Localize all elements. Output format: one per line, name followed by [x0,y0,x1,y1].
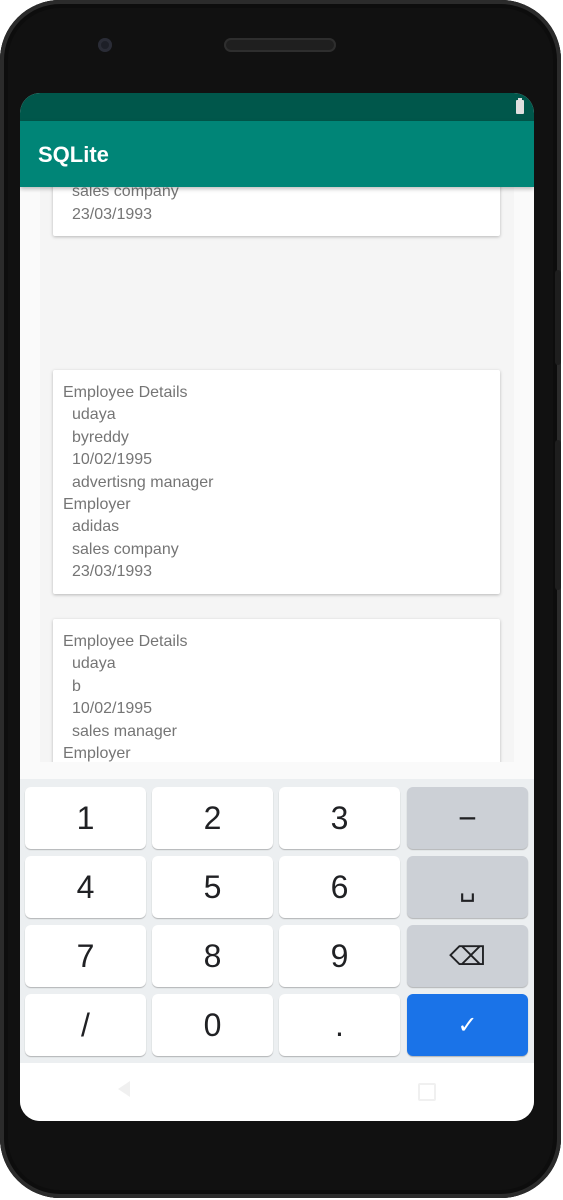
card-value: 23/03/1993 [72,563,153,581]
key-2[interactable]: 2 [152,787,273,849]
phone-frame: SQLite adidassales company23/03/1993Empl… [0,0,561,1198]
check-icon: ✓ [457,1011,478,1039]
navigation-bar [20,1063,534,1121]
volume-button [555,440,561,590]
key-0-label: 0 [203,1006,222,1043]
key-1[interactable]: 1 [25,787,146,849]
key-4-label: 4 [76,868,95,905]
key-5[interactable]: 5 [152,856,273,918]
card-value: sales company [72,187,179,201]
status-bar [20,93,534,121]
key-9-label: 9 [330,937,349,974]
key-6-label: 6 [330,868,349,905]
employee-card[interactable]: Employee Details udaya b 10/02/1995 sales ma… [53,619,500,762]
device-screen: SQLite adidassales company23/03/1993Empl… [20,93,534,1121]
backspace-icon: ⌫ [449,940,486,971]
key-7-label: 7 [76,937,95,974]
key-4[interactable]: 4 [25,856,146,918]
card-value: 23/03/1993 [72,205,153,223]
key-slash[interactable]: / [25,994,146,1056]
recents-icon[interactable] [418,1083,436,1101]
app-bar: SQLite [20,121,534,187]
card-value: udaya [72,406,116,424]
card-value: udaya [72,655,116,673]
card-section-label: Employer [63,496,131,513]
employee-list[interactable]: adidassales company23/03/1993Employee De… [40,187,514,762]
card-section-label: Employer [63,745,131,762]
card-section-label: Employee Details [63,384,188,401]
key-space[interactable]: ␣ [407,856,528,918]
key-done[interactable]: ✓ [407,994,528,1056]
numeric-keyboard: 1 2 3 − 4 5 6 ␣ 7 8 9 ⌫ / 0. ✓ [20,779,534,1063]
card-value: 10/02/1995 [72,451,153,469]
key-backspace[interactable]: ⌫ [407,925,528,987]
card-value: sales manager [72,722,177,740]
card-value: advertisng manager [72,473,214,491]
app-title: SQLite [38,142,109,167]
key-2-label: 2 [203,799,222,836]
battery-icon [516,98,524,114]
back-icon[interactable] [118,1081,130,1097]
employee-card[interactable]: Employee Details udaya byreddy 10/02/1995 ad… [53,370,500,594]
card-value: byreddy [72,428,129,446]
card-value: b [72,677,81,695]
key-slash-label: / [81,1006,90,1043]
key-minus[interactable]: − [407,787,528,849]
key-6[interactable]: 6 [279,856,400,918]
key-7[interactable]: 7 [25,925,146,987]
power-button [555,270,561,365]
card-section-label: Employee Details [63,633,188,650]
card-value: 10/02/1995 [72,700,153,718]
key-minus-label: − [458,799,477,836]
employee-card[interactable]: adidassales company23/03/1993 [53,187,500,237]
key-8-label: 8 [203,937,222,974]
key-8[interactable]: 8 [152,925,273,987]
space-icon: ␣ [459,871,476,902]
card-value: sales company [72,540,179,558]
key-period[interactable]: . [279,994,400,1056]
key-period-label: . [335,1006,344,1043]
key-3[interactable]: 3 [279,787,400,849]
card-value: adidas [72,518,120,536]
front-camera [98,38,112,52]
key-9[interactable]: 9 [279,925,400,987]
key-3-label: 3 [330,799,349,836]
key-1-label: 1 [76,799,95,836]
key-5-label: 5 [203,868,222,905]
earpiece-speaker [224,38,336,52]
key-0[interactable]: 0 [152,994,273,1056]
